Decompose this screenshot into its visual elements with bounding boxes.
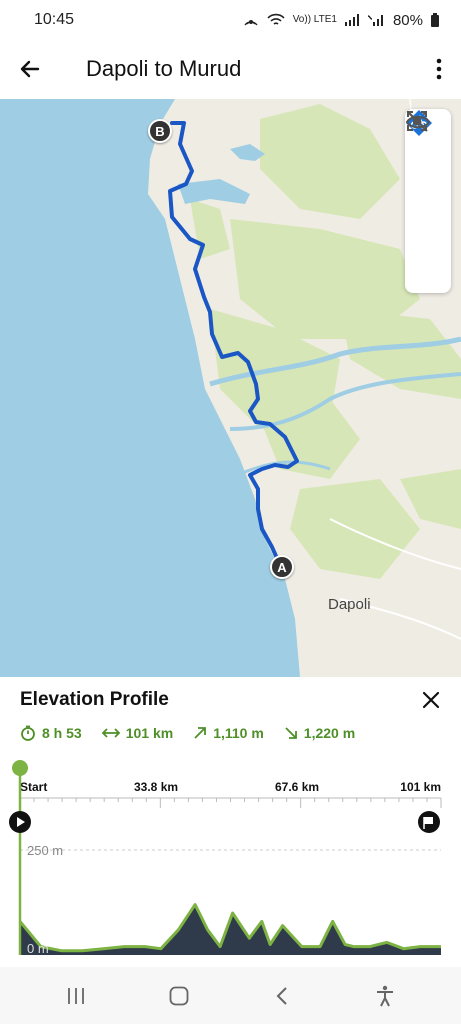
hotspot-icon (244, 20, 258, 26)
close-button[interactable] (417, 686, 445, 714)
map-controls (405, 109, 451, 293)
home-icon (169, 986, 189, 1005)
home-button[interactable] (154, 976, 204, 1016)
finish-flag-icon (418, 811, 440, 833)
axis-ticks (19, 798, 442, 808)
status-time: 10:45 (34, 11, 75, 28)
start-flag-icon (9, 811, 31, 833)
descent-value: 1,220 m (303, 725, 356, 741)
arrow-left-icon (20, 60, 40, 78)
recent-apps-icon (67, 987, 84, 1004)
map-canvas[interactable] (0, 99, 461, 677)
elevation-title: Elevation Profile (20, 689, 169, 710)
back-button[interactable] (0, 40, 60, 98)
more-vert-icon (436, 58, 442, 80)
start-marker[interactable]: A (270, 555, 294, 579)
accessibility-icon (377, 985, 394, 1006)
signal-icon (344, 14, 359, 26)
duration-stat: 8 h 53 (20, 725, 82, 741)
descent-arrow-icon (285, 727, 297, 739)
recent-apps-button[interactable] (51, 976, 101, 1016)
close-icon (422, 691, 440, 709)
bike-route-button[interactable] (405, 110, 451, 201)
app-bar: Dapoli to Murud (0, 40, 461, 98)
network-type: Vo)) LTE1 (292, 14, 337, 25)
elevation-chart[interactable]: 250 m 0 m (0, 760, 461, 960)
end-marker[interactable]: B (148, 119, 172, 143)
battery-level: 80% (392, 11, 423, 29)
back-nav-icon (276, 986, 287, 1005)
distance-arrows-icon (101, 728, 120, 738)
y-label-0: 0 m (27, 941, 49, 956)
elevation-area (20, 904, 441, 955)
elevation-header: Elevation Profile (20, 685, 445, 715)
descent-stat: 1,220 m (284, 725, 355, 741)
duration-value: 8 h 53 (42, 725, 82, 741)
hide-eye-icon (405, 112, 431, 132)
ascent-stat: 1,110 m (193, 725, 264, 741)
ascent-arrow-icon (194, 727, 207, 739)
signal-2-icon (367, 15, 383, 26)
distance-value: 101 km (125, 725, 174, 741)
position-handle (12, 760, 28, 776)
stopwatch-icon (21, 725, 35, 741)
battery-icon (431, 13, 439, 27)
ascent-value: 1,110 m (213, 725, 264, 741)
route-map[interactable]: B A Dapoli (0, 99, 461, 677)
system-nav-bar (0, 967, 461, 1024)
route-stats: 8 h 53 101 km 1,110 m 1,220 m (20, 725, 355, 741)
status-icons: Vo)) LTE1 80% (243, 12, 439, 29)
more-options-button[interactable] (417, 40, 461, 98)
place-label: Dapoli (328, 596, 371, 613)
hide-layer-button[interactable] (405, 112, 451, 293)
focus-route-button[interactable] (405, 111, 451, 247)
system-back-button[interactable] (257, 976, 307, 1016)
distance-stat: 101 km (101, 725, 174, 741)
y-label-250: 250 m (27, 843, 63, 858)
status-bar: 10:45 Vo)) LTE1 80% (0, 0, 461, 40)
wifi-icon (267, 13, 285, 25)
page-title: Dapoli to Murud (86, 56, 242, 81)
accessibility-button[interactable] (360, 976, 410, 1016)
